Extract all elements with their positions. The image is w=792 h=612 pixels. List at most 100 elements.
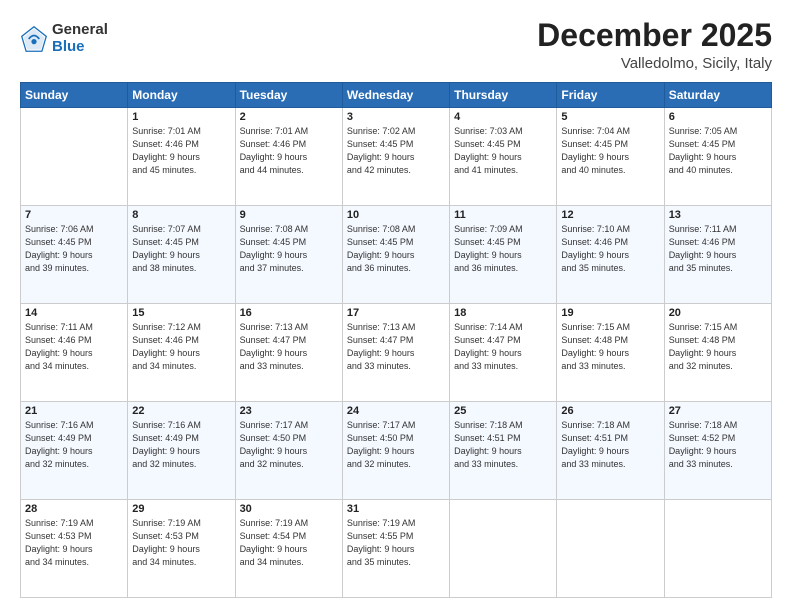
day-number: 28: [25, 503, 123, 515]
day-cell: 20 Sunrise: 7:15 AM Sunset: 4:48 PM Dayli…: [664, 304, 771, 402]
day-number: 31: [347, 503, 445, 515]
weekday-header-row: SundayMondayTuesdayWednesdayThursdayFrid…: [21, 83, 772, 108]
day-info: Sunrise: 7:07 AM Sunset: 4:45 PM Dayligh…: [132, 223, 230, 275]
day-cell: 6 Sunrise: 7:05 AM Sunset: 4:45 PM Daylig…: [664, 108, 771, 206]
page: General Blue December 2025 Valledolmo, S…: [0, 0, 792, 612]
logo: General Blue: [20, 22, 108, 55]
location: Valledolmo, Sicily, Italy: [537, 55, 772, 72]
day-cell: [21, 108, 128, 206]
day-number: 24: [347, 405, 445, 417]
day-number: 20: [669, 307, 767, 319]
day-number: 21: [25, 405, 123, 417]
day-number: 11: [454, 209, 552, 221]
weekday-friday: Friday: [557, 83, 664, 108]
day-cell: [664, 500, 771, 598]
day-info: Sunrise: 7:18 AM Sunset: 4:52 PM Dayligh…: [669, 419, 767, 471]
day-cell: 30 Sunrise: 7:19 AM Sunset: 4:54 PM Dayli…: [235, 500, 342, 598]
week-row-4: 21 Sunrise: 7:16 AM Sunset: 4:49 PM Dayli…: [21, 402, 772, 500]
day-info: Sunrise: 7:13 AM Sunset: 4:47 PM Dayligh…: [347, 321, 445, 373]
day-info: Sunrise: 7:04 AM Sunset: 4:45 PM Dayligh…: [561, 125, 659, 177]
day-number: 4: [454, 111, 552, 123]
day-info: Sunrise: 7:11 AM Sunset: 4:46 PM Dayligh…: [25, 321, 123, 373]
weekday-tuesday: Tuesday: [235, 83, 342, 108]
day-cell: 5 Sunrise: 7:04 AM Sunset: 4:45 PM Daylig…: [557, 108, 664, 206]
day-info: Sunrise: 7:19 AM Sunset: 4:55 PM Dayligh…: [347, 517, 445, 569]
day-number: 22: [132, 405, 230, 417]
day-number: 16: [240, 307, 338, 319]
day-info: Sunrise: 7:05 AM Sunset: 4:45 PM Dayligh…: [669, 125, 767, 177]
day-number: 29: [132, 503, 230, 515]
day-info: Sunrise: 7:06 AM Sunset: 4:45 PM Dayligh…: [25, 223, 123, 275]
weekday-wednesday: Wednesday: [342, 83, 449, 108]
header: General Blue December 2025 Valledolmo, S…: [20, 18, 772, 72]
day-cell: 25Sunrise: 7:18 AM Sunset: 4:51 PM Dayli…: [450, 402, 557, 500]
logo-blue-text: Blue: [52, 39, 108, 56]
day-number: 30: [240, 503, 338, 515]
day-info: Sunrise: 7:01 AM Sunset: 4:46 PM Dayligh…: [132, 125, 230, 177]
day-info: Sunrise: 7:09 AM Sunset: 4:45 PM Dayligh…: [454, 223, 552, 275]
day-cell: 18Sunrise: 7:14 AM Sunset: 4:47 PM Dayli…: [450, 304, 557, 402]
day-info: Sunrise: 7:17 AM Sunset: 4:50 PM Dayligh…: [240, 419, 338, 471]
day-info: Sunrise: 7:18 AM Sunset: 4:51 PM Dayligh…: [561, 419, 659, 471]
day-cell: 13 Sunrise: 7:11 AM Sunset: 4:46 PM Dayli…: [664, 206, 771, 304]
day-info: Sunrise: 7:15 AM Sunset: 4:48 PM Dayligh…: [669, 321, 767, 373]
day-cell: 23 Sunrise: 7:17 AM Sunset: 4:50 PM Dayli…: [235, 402, 342, 500]
day-cell: 19 Sunrise: 7:15 AM Sunset: 4:48 PM Dayli…: [557, 304, 664, 402]
title-block: December 2025 Valledolmo, Sicily, Italy: [537, 18, 772, 72]
day-number: 8: [132, 209, 230, 221]
day-number: 1: [132, 111, 230, 123]
day-number: 10: [347, 209, 445, 221]
day-cell: 17 Sunrise: 7:13 AM Sunset: 4:47 PM Dayli…: [342, 304, 449, 402]
day-number: 14: [25, 307, 123, 319]
day-number: 6: [669, 111, 767, 123]
day-cell: 11 Sunrise: 7:09 AM Sunset: 4:45 PM Dayli…: [450, 206, 557, 304]
calendar-table: SundayMondayTuesdayWednesdayThursdayFrid…: [20, 82, 772, 598]
weekday-sunday: Sunday: [21, 83, 128, 108]
day-cell: 8 Sunrise: 7:07 AM Sunset: 4:45 PM Daylig…: [128, 206, 235, 304]
day-cell: [557, 500, 664, 598]
weekday-saturday: Saturday: [664, 83, 771, 108]
logo-icon: [20, 25, 48, 53]
day-cell: 21Sunrise: 7:16 AM Sunset: 4:49 PM Dayli…: [21, 402, 128, 500]
day-info: Sunrise: 7:15 AM Sunset: 4:48 PM Dayligh…: [561, 321, 659, 373]
day-info: Sunrise: 7:01 AM Sunset: 4:46 PM Dayligh…: [240, 125, 338, 177]
week-row-2: 7 Sunrise: 7:06 AM Sunset: 4:45 PM Daylig…: [21, 206, 772, 304]
day-cell: 9Sunrise: 7:08 AM Sunset: 4:45 PM Daylig…: [235, 206, 342, 304]
day-cell: 2 Sunrise: 7:01 AM Sunset: 4:46 PM Daylig…: [235, 108, 342, 206]
day-info: Sunrise: 7:14 AM Sunset: 4:47 PM Dayligh…: [454, 321, 552, 373]
day-info: Sunrise: 7:19 AM Sunset: 4:54 PM Dayligh…: [240, 517, 338, 569]
day-info: Sunrise: 7:03 AM Sunset: 4:45 PM Dayligh…: [454, 125, 552, 177]
day-cell: 22 Sunrise: 7:16 AM Sunset: 4:49 PM Dayli…: [128, 402, 235, 500]
day-cell: 1 Sunrise: 7:01 AM Sunset: 4:46 PM Daylig…: [128, 108, 235, 206]
logo-general-text: General: [52, 22, 108, 39]
week-row-3: 14 Sunrise: 7:11 AM Sunset: 4:46 PM Dayli…: [21, 304, 772, 402]
day-info: Sunrise: 7:16 AM Sunset: 4:49 PM Dayligh…: [132, 419, 230, 471]
day-number: 23: [240, 405, 338, 417]
day-cell: [450, 500, 557, 598]
day-number: 19: [561, 307, 659, 319]
day-number: 27: [669, 405, 767, 417]
day-cell: 26 Sunrise: 7:18 AM Sunset: 4:51 PM Dayli…: [557, 402, 664, 500]
day-cell: 27 Sunrise: 7:18 AM Sunset: 4:52 PM Dayli…: [664, 402, 771, 500]
day-info: Sunrise: 7:19 AM Sunset: 4:53 PM Dayligh…: [132, 517, 230, 569]
day-cell: 28Sunrise: 7:19 AM Sunset: 4:53 PM Dayli…: [21, 500, 128, 598]
day-number: 5: [561, 111, 659, 123]
day-cell: 16Sunrise: 7:13 AM Sunset: 4:47 PM Dayli…: [235, 304, 342, 402]
day-number: 17: [347, 307, 445, 319]
day-cell: 3Sunrise: 7:02 AM Sunset: 4:45 PM Daylig…: [342, 108, 449, 206]
weekday-monday: Monday: [128, 83, 235, 108]
day-number: 13: [669, 209, 767, 221]
day-cell: 15Sunrise: 7:12 AM Sunset: 4:46 PM Dayli…: [128, 304, 235, 402]
day-number: 26: [561, 405, 659, 417]
month-title: December 2025: [537, 18, 772, 53]
day-cell: 4 Sunrise: 7:03 AM Sunset: 4:45 PM Daylig…: [450, 108, 557, 206]
day-info: Sunrise: 7:08 AM Sunset: 4:45 PM Dayligh…: [347, 223, 445, 275]
day-number: 3: [347, 111, 445, 123]
day-number: 2: [240, 111, 338, 123]
day-number: 12: [561, 209, 659, 221]
week-row-5: 28 Sunrise: 7:19 AM Sunset: 4:53 PM Dayli…: [21, 500, 772, 598]
day-info: Sunrise: 7:11 AM Sunset: 4:46 PM Dayligh…: [669, 223, 767, 275]
day-info: Sunrise: 7:17 AM Sunset: 4:50 PM Dayligh…: [347, 419, 445, 471]
day-number: 7: [25, 209, 123, 221]
day-info: Sunrise: 7:10 AM Sunset: 4:46 PM Dayligh…: [561, 223, 659, 275]
